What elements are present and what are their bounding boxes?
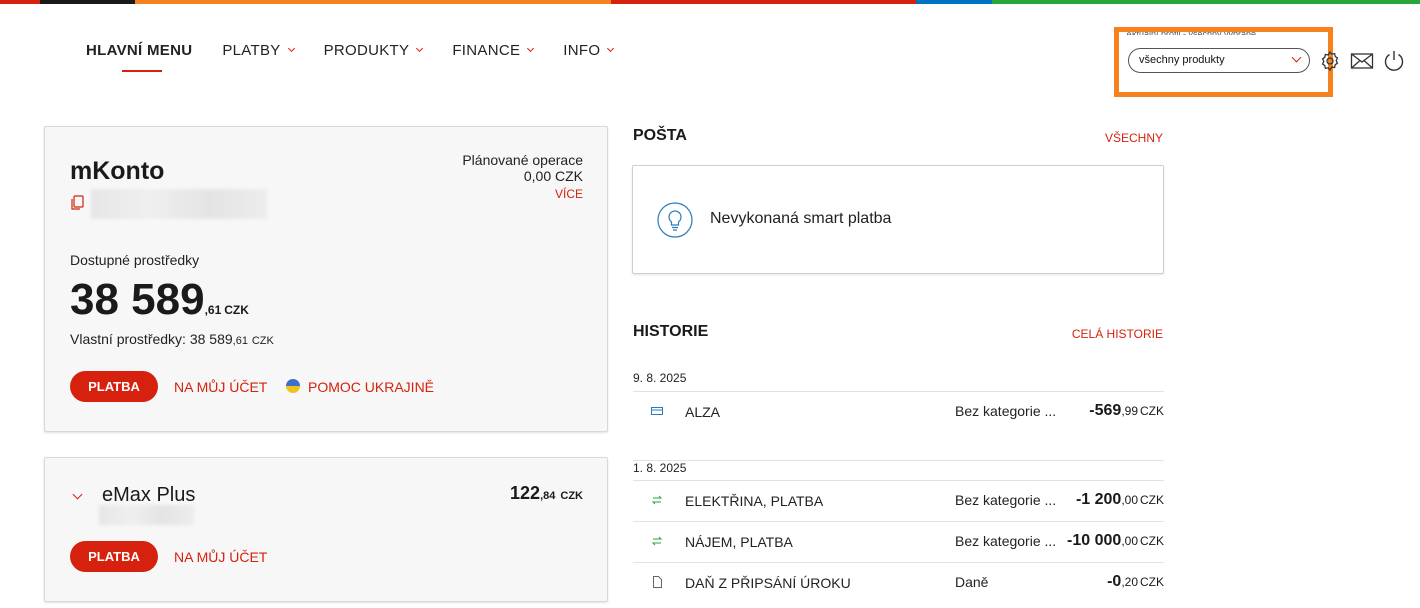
- available-currency: CZK: [224, 303, 249, 317]
- card-icon: [651, 407, 663, 415]
- copy-icon[interactable]: [70, 195, 84, 211]
- stripe-orange: [135, 0, 611, 4]
- available-label: Dostupné prostředky: [70, 252, 200, 268]
- own-funds-dec: ,61: [232, 335, 248, 347]
- account-name: mKonto: [70, 157, 165, 185]
- transfer-icon: [651, 495, 663, 505]
- history-row-amount: -1 200,00 CZK: [1076, 491, 1164, 509]
- available-amount-dec: ,61: [204, 303, 222, 317]
- history-row-amount-int: -0: [1107, 573, 1122, 590]
- planned-value: 0,00 CZK: [523, 168, 583, 184]
- chevron-down-icon: [527, 44, 535, 53]
- nav-main-menu-label: HLAVNÍ MENU: [86, 42, 193, 59]
- highlight-frame: [1114, 27, 1333, 97]
- chevron-down-icon: [607, 44, 615, 53]
- history-title: HISTORIE: [633, 323, 709, 340]
- history-row[interactable]: ELEKTŘINA, PLATBA Bez kategorie ... -1 2…: [633, 480, 1164, 521]
- main-navigation: HLAVNÍ MENU PLATBY PRODUKTY FINANCE INFO: [86, 42, 643, 72]
- nav-platby[interactable]: PLATBY: [222, 42, 295, 59]
- chevron-down-icon[interactable]: [72, 489, 83, 500]
- history-row-category[interactable]: Bez kategorie ...: [955, 492, 1056, 508]
- own-funds: Vlastní prostředky: 38 589,61 CZK: [70, 331, 274, 347]
- own-funds-label: Vlastní prostředky: 38 589: [70, 331, 233, 347]
- history-row-amount: -10 000,00 CZK: [1067, 532, 1164, 550]
- nav-info-label: INFO: [563, 42, 601, 59]
- nav-main-menu[interactable]: HLAVNÍ MENU: [86, 42, 193, 72]
- history-row-amount-dec: ,00: [1121, 493, 1138, 507]
- nav-info[interactable]: INFO: [563, 42, 615, 59]
- mail-all-link[interactable]: VŠECHNY: [1105, 131, 1163, 145]
- mail-icon[interactable]: [1350, 49, 1374, 73]
- transfer-icon: [651, 536, 663, 546]
- history-row-amount-int: -10 000: [1067, 532, 1122, 549]
- nav-produkty-label: PRODUKTY: [323, 42, 410, 59]
- history-row-amount-dec: ,20: [1121, 575, 1138, 589]
- mail-message[interactable]: Nevykonaná smart platba: [632, 165, 1164, 274]
- stripe-green: [992, 0, 1420, 4]
- history-row-title: DAŇ Z PŘIPSÁNÍ ÚROKU: [685, 575, 851, 591]
- history-row-amount-int: -569: [1089, 402, 1122, 419]
- lightbulb-icon: [657, 202, 693, 238]
- history-date: 1. 8. 2025: [633, 460, 1164, 475]
- history-all-link[interactable]: CELÁ HISTORIE: [1072, 327, 1163, 341]
- emax-amount-int: 122: [510, 483, 541, 503]
- nav-platby-label: PLATBY: [222, 42, 281, 59]
- chevron-down-icon: [416, 44, 424, 53]
- history-row-amount: -0,20 CZK: [1107, 573, 1164, 591]
- pay-button[interactable]: PLATBA: [70, 371, 158, 402]
- history-row-currency: CZK: [1140, 575, 1164, 589]
- stripe-red: [0, 0, 40, 4]
- emax-pay-button[interactable]: PLATBA: [70, 541, 158, 572]
- account-number-redacted: [91, 189, 267, 219]
- history-row[interactable]: NÁJEM, PLATBA Bez kategorie ... -10 000,…: [633, 521, 1164, 562]
- nav-finance[interactable]: FINANCE: [452, 42, 535, 59]
- emax-name: eMax Plus: [102, 484, 196, 506]
- history-row-currency: CZK: [1140, 534, 1164, 548]
- history-row-category[interactable]: Daně: [955, 574, 988, 590]
- history-date: 9. 8. 2025: [633, 371, 687, 385]
- history-row-title: ELEKTŘINA, PLATBA: [685, 493, 824, 509]
- stripe-blue: [916, 0, 992, 4]
- emax-to-my-account-link[interactable]: NA MŮJ ÚČET: [174, 549, 267, 565]
- history-row-category[interactable]: Bez kategorie ...: [955, 533, 1056, 549]
- history-row-currency: CZK: [1140, 404, 1164, 418]
- chevron-down-icon: [287, 44, 295, 53]
- history-row[interactable]: ALZA Bez kategorie ... -569,99 CZK: [633, 391, 1164, 432]
- stripe-black: [40, 0, 135, 4]
- mail-message-text: Nevykonaná smart platba: [710, 210, 892, 227]
- brand-stripe: [0, 0, 1420, 4]
- history-row-amount: -569,99 CZK: [1089, 402, 1164, 420]
- to-my-account-link[interactable]: NA MŮJ ÚČET: [174, 379, 267, 395]
- more-link[interactable]: VÍCE: [462, 186, 583, 202]
- history-row-title: ALZA: [685, 404, 721, 420]
- emax-amount: 122,84 CZK: [510, 483, 583, 504]
- history-row-currency: CZK: [1140, 493, 1164, 507]
- nav-produkty[interactable]: PRODUKTY: [323, 42, 424, 59]
- emax-number-redacted: [99, 505, 194, 525]
- nav-finance-label: FINANCE: [452, 42, 521, 59]
- history-row-amount-int: -1 200: [1075, 491, 1122, 508]
- stripe-red-2: [611, 0, 916, 4]
- history-row-amount-dec: ,00: [1121, 534, 1138, 548]
- account-card-mkonto[interactable]: mKonto Plánované operace 0,00 CZK VÍCE D…: [44, 126, 608, 432]
- history-row-amount-dec: ,99: [1121, 404, 1138, 418]
- document-icon: [653, 576, 662, 588]
- history-row-title: NÁJEM, PLATBA: [685, 534, 793, 550]
- planned-label: Plánované operace: [462, 152, 583, 168]
- power-icon[interactable]: [1382, 49, 1406, 73]
- available-amount-int: 38 589: [70, 275, 205, 324]
- history-row[interactable]: DAŇ Z PŘIPSÁNÍ ÚROKU Daně -0,20 CZK: [633, 562, 1164, 603]
- ukraine-flag-icon: [286, 379, 300, 393]
- planned-operations: Plánované operace 0,00 CZK VÍCE: [462, 152, 583, 202]
- own-funds-currency: CZK: [251, 335, 274, 347]
- emax-currency: CZK: [560, 490, 583, 502]
- settings-icon[interactable]: [1318, 49, 1342, 73]
- account-card-emax[interactable]: eMax Plus 122,84 CZK PLATBA NA MŮJ ÚČET: [44, 457, 608, 602]
- history-row-category[interactable]: Bez kategorie ...: [955, 403, 1056, 419]
- help-ukraine-link[interactable]: POMOC UKRAJINĚ: [308, 379, 434, 395]
- available-amount: 38 589,61 CZK: [70, 275, 249, 325]
- mail-title: POŠTA: [633, 127, 687, 144]
- emax-amount-dec: ,84: [540, 490, 556, 502]
